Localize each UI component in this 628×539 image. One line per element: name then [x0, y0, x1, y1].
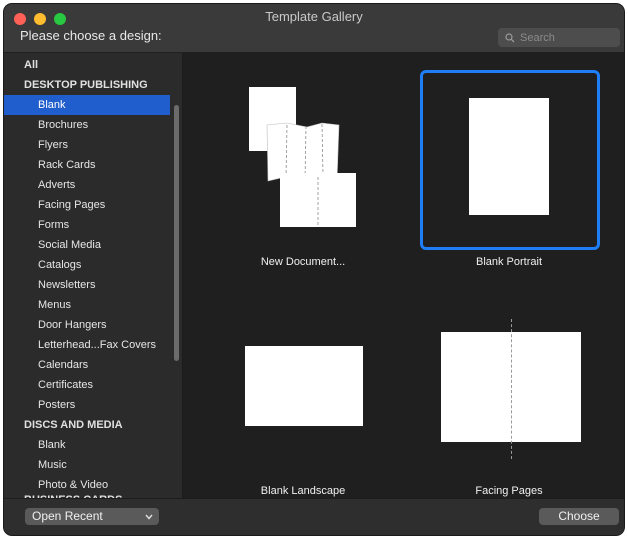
sidebar-item-flyers[interactable]: Flyers [4, 135, 170, 155]
sidebar-item-social-media[interactable]: Social Media [4, 235, 170, 255]
bottom-toolbar: Open Recent Choose [4, 498, 624, 535]
sidebar-item-certificates[interactable]: Certificates [4, 375, 170, 395]
category-sidebar[interactable]: All DESKTOP PUBLISHING Blank Brochures F… [4, 53, 182, 498]
template-label-blank-portrait: Blank Portrait [475, 256, 543, 268]
blank-landscape-thumbnail [245, 346, 363, 426]
choose-button[interactable]: Choose [539, 508, 619, 525]
sidebar-item-all[interactable]: All [4, 55, 170, 75]
template-label-new-document: New Document... [260, 256, 346, 268]
open-recent-label: Open Recent [32, 509, 103, 523]
sidebar-item-rack-cards[interactable]: Rack Cards [4, 155, 170, 175]
choose-design-prompt: Please choose a design: [20, 28, 162, 43]
sidebar-item-brochures[interactable]: Brochures [4, 115, 170, 135]
sidebar-item-door-hangers[interactable]: Door Hangers [4, 315, 170, 335]
template-grid: New Document... Blank Portrait Blank Lan… [183, 53, 624, 498]
blank-portrait-thumbnail [469, 98, 549, 215]
new-document-thumbnail [249, 87, 356, 227]
sidebar-category-discs-and-media[interactable]: DISCS AND MEDIA [4, 415, 170, 435]
sidebar-item-calendars[interactable]: Calendars [4, 355, 170, 375]
template-gallery-window: Template Gallery Please choose a design:… [4, 4, 624, 535]
sidebar-scrollbar[interactable] [174, 105, 179, 361]
template-label-blank-landscape: Blank Landscape [260, 485, 346, 497]
sidebar-item-letterhead-fax-covers[interactable]: Letterhead...Fax Covers [4, 335, 170, 355]
sidebar-item-menus[interactable]: Menus [4, 295, 170, 315]
template-label-facing-pages: Facing Pages [475, 485, 543, 497]
sidebar-category-business-cards[interactable]: BUSINESS CARDS [4, 490, 170, 498]
sidebar-item-forms[interactable]: Forms [4, 215, 170, 235]
search-icon [505, 32, 515, 42]
sidebar-item-blank[interactable]: Blank [4, 95, 170, 115]
sidebar-item-newsletters[interactable]: Newsletters [4, 275, 170, 295]
sidebar-item-facing-pages[interactable]: Facing Pages [4, 195, 170, 215]
sidebar-category-desktop-publishing[interactable]: DESKTOP PUBLISHING [4, 75, 170, 95]
sidebar-item-posters[interactable]: Posters [4, 395, 170, 415]
title-bar: Template Gallery Please choose a design:… [4, 4, 624, 53]
chevron-down-icon [145, 514, 153, 520]
sidebar-item-adverts[interactable]: Adverts [4, 175, 170, 195]
spine-guide [511, 319, 512, 459]
sidebar-item-catalogs[interactable]: Catalogs [4, 255, 170, 275]
window-title: Template Gallery [265, 9, 363, 24]
open-recent-dropdown[interactable]: Open Recent [25, 508, 159, 525]
search-placeholder: Search [520, 31, 555, 44]
search-field[interactable]: Search [498, 28, 620, 47]
sidebar-item-discs-blank[interactable]: Blank [4, 435, 170, 455]
sidebar-item-music[interactable]: Music [4, 455, 170, 475]
